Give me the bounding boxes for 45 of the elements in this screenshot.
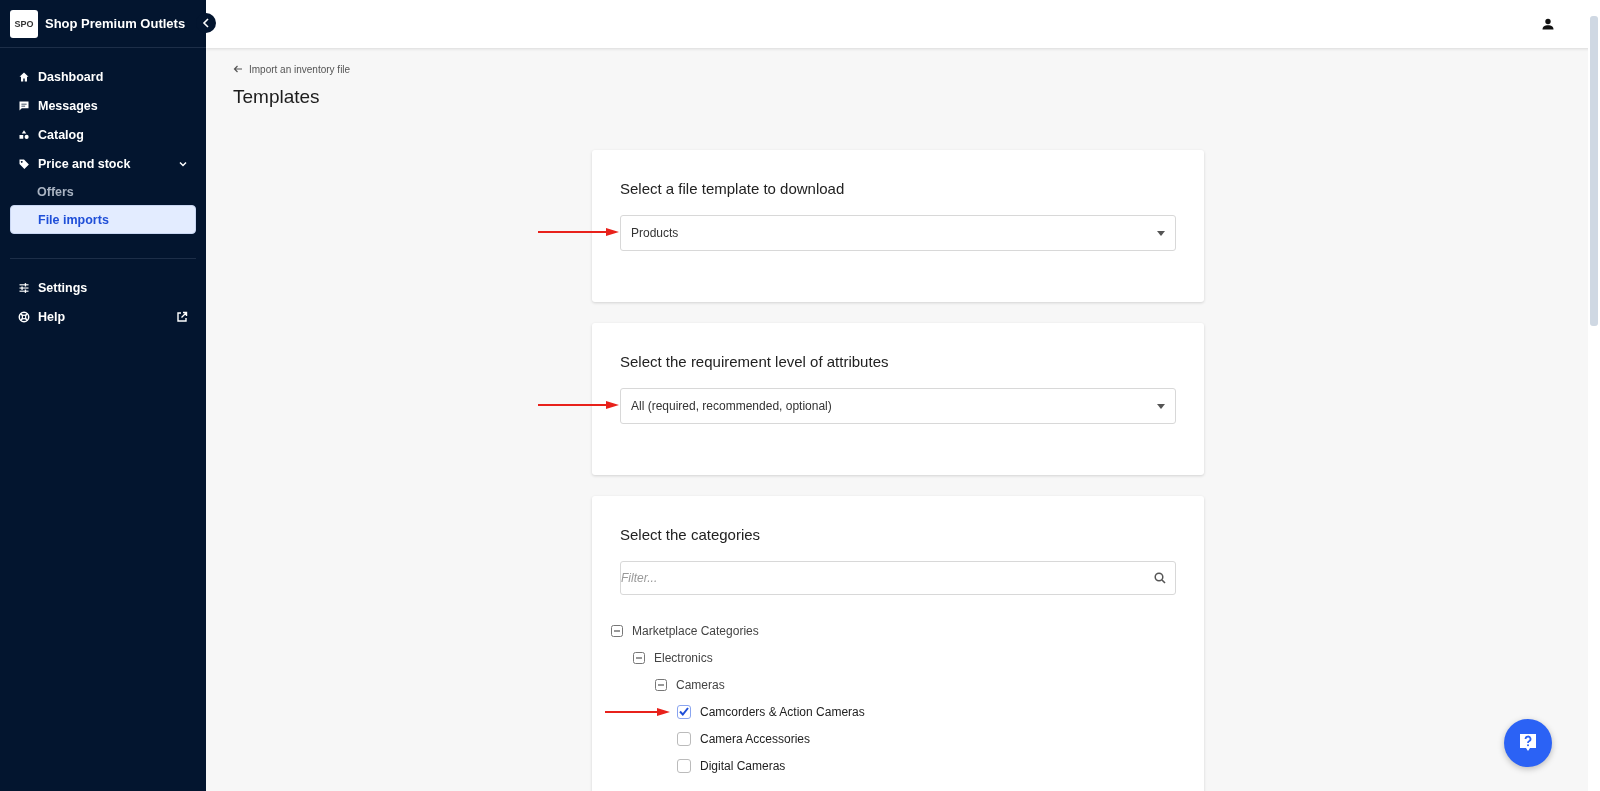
nav-subitem[interactable]: File imports	[10, 205, 196, 234]
help-button[interactable]	[1504, 719, 1552, 767]
checkbox[interactable]	[677, 758, 691, 773]
shop-name: Shop Premium Outlets	[45, 16, 186, 31]
card-title: Select the requirement level of attributes	[620, 353, 890, 370]
tag-icon	[18, 157, 30, 170]
chevron-left-icon	[202, 18, 210, 28]
category-label: Cameras	[676, 677, 725, 692]
collapse-icon[interactable]	[655, 678, 667, 691]
checkbox[interactable]	[677, 704, 691, 719]
collapse-icon[interactable]	[633, 651, 645, 664]
search-icon	[1154, 572, 1166, 584]
filter-field[interactable]: Filter...	[620, 561, 1176, 595]
nav-item[interactable]: Messages	[10, 91, 196, 120]
page-title: Templates	[233, 86, 321, 108]
category-label: Digital Cameras	[700, 758, 786, 773]
back-link[interactable]: Import an inventory file	[233, 63, 351, 75]
nav-item[interactable]: Help	[10, 302, 196, 331]
question-bubble-icon	[1519, 733, 1537, 753]
nav-item[interactable]: Price and stock	[10, 149, 196, 178]
user-icon[interactable]	[1542, 18, 1554, 30]
nav-item[interactable]: Catalog	[10, 120, 196, 149]
category-label: Camera Accessories	[700, 731, 811, 746]
category-label: Electronics	[654, 650, 713, 665]
shapes-icon	[18, 128, 30, 141]
collapse-icon[interactable]	[611, 624, 623, 637]
nav-subitem[interactable]: Offers	[10, 178, 196, 205]
checkbox[interactable]	[677, 731, 691, 746]
category-label: Marketplace Categories	[632, 623, 759, 638]
caret-icon	[1157, 403, 1165, 409]
nav-item[interactable]: Settings	[10, 273, 196, 302]
home-icon	[18, 70, 30, 83]
nav-item[interactable]: Dashboard	[10, 62, 196, 91]
sliders-icon	[18, 281, 30, 294]
arrow-left-icon	[233, 64, 243, 74]
card-title: Select the categories	[620, 526, 762, 543]
message-icon	[18, 99, 30, 112]
category-label: Camcorders & Action Cameras	[700, 704, 865, 719]
dropdown[interactable]: Products	[620, 215, 1176, 251]
card-title: Select a file template to download	[620, 180, 846, 197]
shop-logo: SPO	[10, 9, 38, 38]
caret-icon	[1157, 230, 1165, 236]
scrollbar[interactable]	[1588, 0, 1600, 791]
dropdown[interactable]: All (required, recommended, optional)	[620, 388, 1176, 424]
lifebuoy-icon	[18, 310, 30, 323]
